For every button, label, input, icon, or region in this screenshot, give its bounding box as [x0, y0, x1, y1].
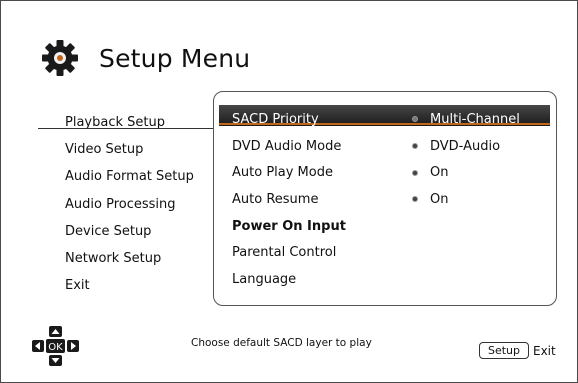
- bullet-icon: [412, 116, 418, 123]
- value-text: Multi-Channel: [430, 111, 520, 127]
- bullet-icon: [412, 196, 418, 203]
- settings-values: Multi-Channel DVD-Audio On On: [412, 106, 520, 213]
- value-text: DVD-Audio: [430, 138, 501, 154]
- nav-ok-label: OK: [48, 342, 63, 353]
- menu-item-audio-format-setup[interactable]: Audio Format Setup: [65, 163, 194, 190]
- value-auto-play-mode[interactable]: On: [412, 159, 520, 186]
- setting-sacd-priority[interactable]: SACD Priority: [232, 106, 346, 133]
- hint-text: Choose default SACD layer to play: [191, 337, 372, 349]
- menu-item-video-setup[interactable]: Video Setup: [65, 136, 194, 163]
- header: Setup Menu: [41, 39, 250, 77]
- selected-menu-underline: [38, 128, 214, 129]
- value-text: On: [430, 165, 449, 181]
- value-text: On: [430, 191, 449, 207]
- navigation-pad-icon: OK: [29, 326, 83, 366]
- page-title: Setup Menu: [99, 43, 251, 73]
- left-menu: Playback Setup Video Setup Audio Format …: [65, 109, 194, 299]
- setup-button[interactable]: Setup: [479, 342, 529, 359]
- bullet-icon: [412, 169, 418, 176]
- settings-list: SACD Priority DVD Audio Mode Auto Play M…: [232, 106, 346, 293]
- menu-item-audio-processing[interactable]: Audio Processing: [65, 191, 194, 218]
- menu-item-device-setup[interactable]: Device Setup: [65, 218, 194, 245]
- setup-menu-window: Setup Menu Playback Setup Video Setup Au…: [0, 0, 578, 383]
- setting-power-on-input[interactable]: Power On Input: [232, 213, 346, 240]
- bullet-icon: [412, 143, 418, 150]
- exit-label: Exit: [533, 343, 556, 358]
- menu-item-exit[interactable]: Exit: [65, 272, 194, 299]
- menu-item-playback-setup[interactable]: Playback Setup: [65, 109, 194, 136]
- value-sacd-priority[interactable]: Multi-Channel: [412, 106, 520, 133]
- value-dvd-audio-mode[interactable]: DVD-Audio: [412, 133, 520, 160]
- gear-icon: [41, 39, 79, 77]
- value-auto-resume[interactable]: On: [412, 186, 520, 213]
- setting-auto-resume[interactable]: Auto Resume: [232, 186, 346, 213]
- menu-item-network-setup[interactable]: Network Setup: [65, 245, 194, 272]
- setting-parental-control[interactable]: Parental Control: [232, 239, 346, 266]
- setting-dvd-audio-mode[interactable]: DVD Audio Mode: [232, 133, 346, 160]
- setting-auto-play-mode[interactable]: Auto Play Mode: [232, 159, 346, 186]
- setting-language[interactable]: Language: [232, 266, 346, 293]
